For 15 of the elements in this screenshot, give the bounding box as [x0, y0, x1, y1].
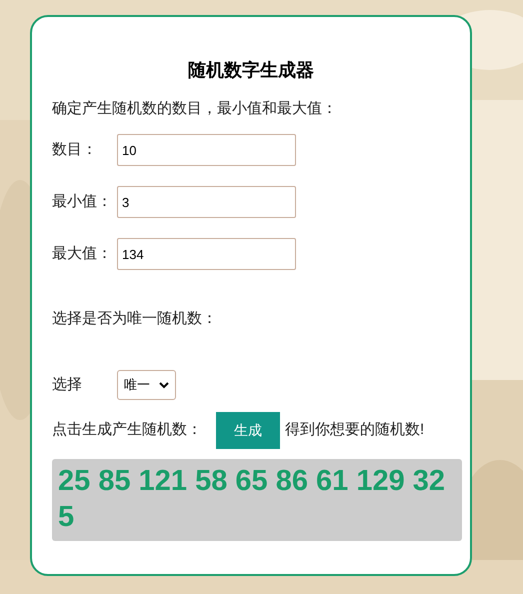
result-output: 25 85 121 58 65 86 61 129 32 5: [52, 459, 462, 541]
select-label: 选择: [52, 376, 82, 393]
prompt-text: 选择是否为唯一随机数：: [52, 310, 217, 327]
instruction-text: 确定产生随机数的数目，最小值和最大值：: [52, 100, 337, 117]
select-dropdown[interactable]: 唯一: [117, 370, 176, 400]
field-label: 最小值：: [52, 193, 112, 210]
generate-button[interactable]: 生成: [216, 412, 280, 449]
instruction-text: 得到你想要的随机数!: [285, 420, 424, 440]
input-field[interactable]: 3: [117, 186, 296, 218]
field-label: 最大值：: [52, 245, 112, 262]
field-label: 数目：: [52, 141, 97, 158]
input-field[interactable]: 134: [117, 238, 296, 270]
input-field[interactable]: 10: [117, 134, 296, 166]
instruction-text: 点击生成产生随机数：: [52, 420, 202, 440]
heading: 随机数字生成器: [188, 59, 314, 82]
